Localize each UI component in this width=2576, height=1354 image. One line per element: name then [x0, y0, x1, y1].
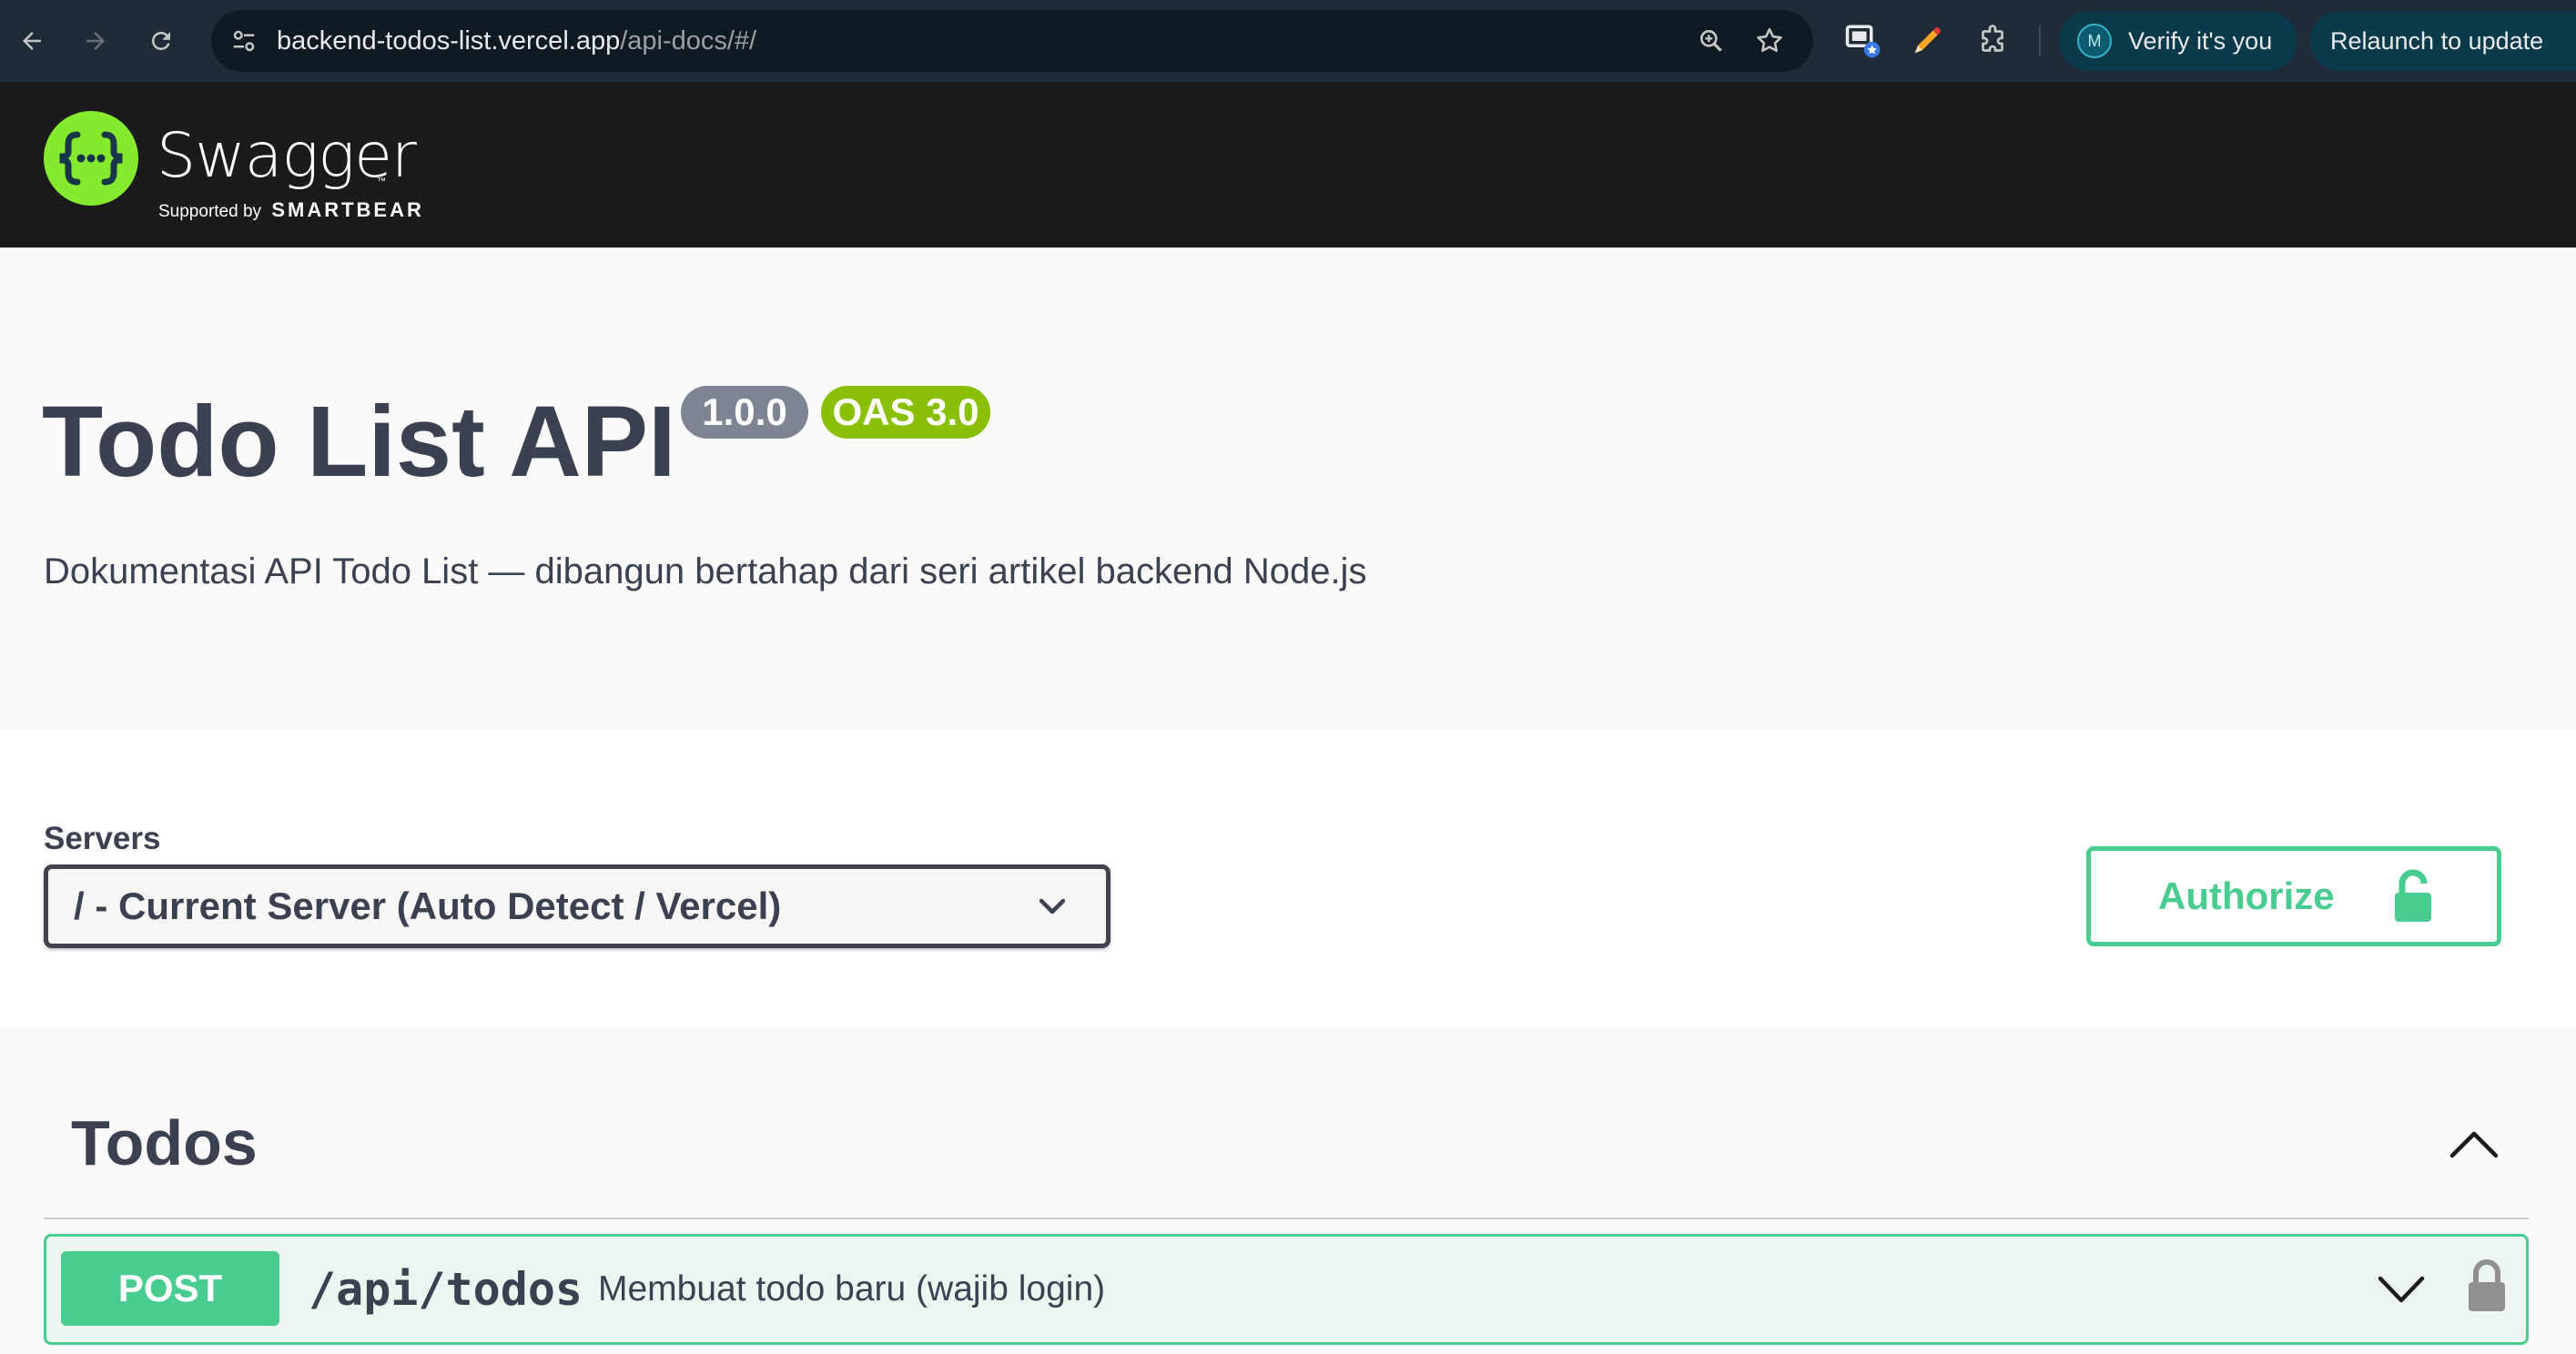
pencil-icon [1914, 27, 1941, 54]
scheme-container: Servers / - Current Server (Auto Detect … [0, 730, 2576, 1028]
api-description: Dokumentasi API Todo List — dibangun ber… [44, 551, 1367, 591]
authorize-label: Authorize [2158, 874, 2335, 917]
relaunch-label: Relaunch to update [2330, 26, 2544, 55]
tag-section-todos: Todos POST /api/todos Membuat todo baru … [0, 1028, 2576, 1354]
verify-label: Verify it's you [2128, 26, 2273, 55]
tune-icon [233, 30, 255, 52]
url-host: backend-todos-list.vercel.app [277, 26, 621, 56]
pen-extension-button[interactable] [1906, 20, 1948, 62]
zoom-button[interactable] [1693, 23, 1729, 59]
oas-badge: OAS 3.0 [821, 386, 990, 439]
chevron-up-icon[interactable] [2449, 1127, 2500, 1159]
reload-button[interactable] [140, 20, 182, 62]
operation-path: /api/todos [309, 1263, 583, 1316]
forward-button[interactable] [75, 20, 117, 62]
extensions-button[interactable] [1972, 20, 2013, 62]
supported-by-text: Supported by [158, 202, 262, 221]
zoom-icon [1700, 29, 1722, 52]
swagger-topbar: Swagger ™ Supported by SMARTBEAR [0, 82, 2576, 248]
servers-select[interactable]: / - Current Server (Auto Detect / Vercel… [44, 864, 1111, 948]
swagger-logo-icon[interactable] [44, 111, 138, 206]
site-info-button[interactable] [228, 25, 260, 57]
toolbar-separator [2039, 25, 2041, 56]
cast-extension-button[interactable] [1842, 20, 1884, 62]
tag-header[interactable]: Todos [44, 1028, 2529, 1219]
method-badge: POST [61, 1251, 279, 1326]
star-icon [1757, 27, 1782, 53]
tag-title: Todos [71, 1107, 258, 1178]
smartbear-brand: SMARTBEAR [271, 198, 424, 221]
back-button[interactable] [11, 20, 53, 62]
servers-label: Servers [44, 821, 161, 856]
version-badge: 1.0.0 [681, 386, 808, 439]
verify-identity-button[interactable]: M Verify it's you [2059, 11, 2297, 71]
puzzle-icon [1982, 25, 2003, 52]
bookmark-button[interactable] [1751, 23, 1788, 59]
cast-icon [1845, 25, 1881, 58]
operation-summary: Membuat todo baru (wajib login) [598, 1269, 1106, 1309]
authorize-button[interactable]: Authorize [2086, 846, 2501, 946]
api-info-section: Todo List API 1.0.0 OAS 3.0 Dokumentasi … [0, 248, 2576, 730]
arrow-left-icon [23, 32, 41, 50]
address-bar[interactable]: backend-todos-list.vercel.app/api-docs/#… [211, 10, 1813, 72]
servers-selected-value: / - Current Server (Auto Detect / Vercel… [74, 884, 782, 927]
swagger-logo-subtitle: Supported by SMARTBEAR [158, 198, 424, 222]
arrow-right-icon [86, 32, 105, 50]
reload-icon [151, 31, 170, 50]
lock-icon[interactable] [2466, 1258, 2508, 1313]
profile-avatar: M [2077, 24, 2112, 58]
api-title: Todo List API [42, 386, 676, 498]
lock-icon [2395, 869, 2431, 922]
trademark-mark: ™ [377, 177, 386, 187]
relaunch-button[interactable]: Relaunch to update [2310, 11, 2576, 71]
opblock-post-api-todos[interactable]: POST /api/todos Membuat todo baru (wajib… [44, 1234, 2529, 1345]
browser-toolbar: backend-todos-list.vercel.app/api-docs/#… [0, 0, 2576, 82]
url-path: /api-docs/#/ [620, 26, 757, 56]
chevron-down-icon[interactable] [2377, 1275, 2426, 1306]
url-text[interactable]: backend-todos-list.vercel.app/api-docs/#… [277, 10, 756, 72]
chevron-down-icon [1039, 898, 1066, 914]
